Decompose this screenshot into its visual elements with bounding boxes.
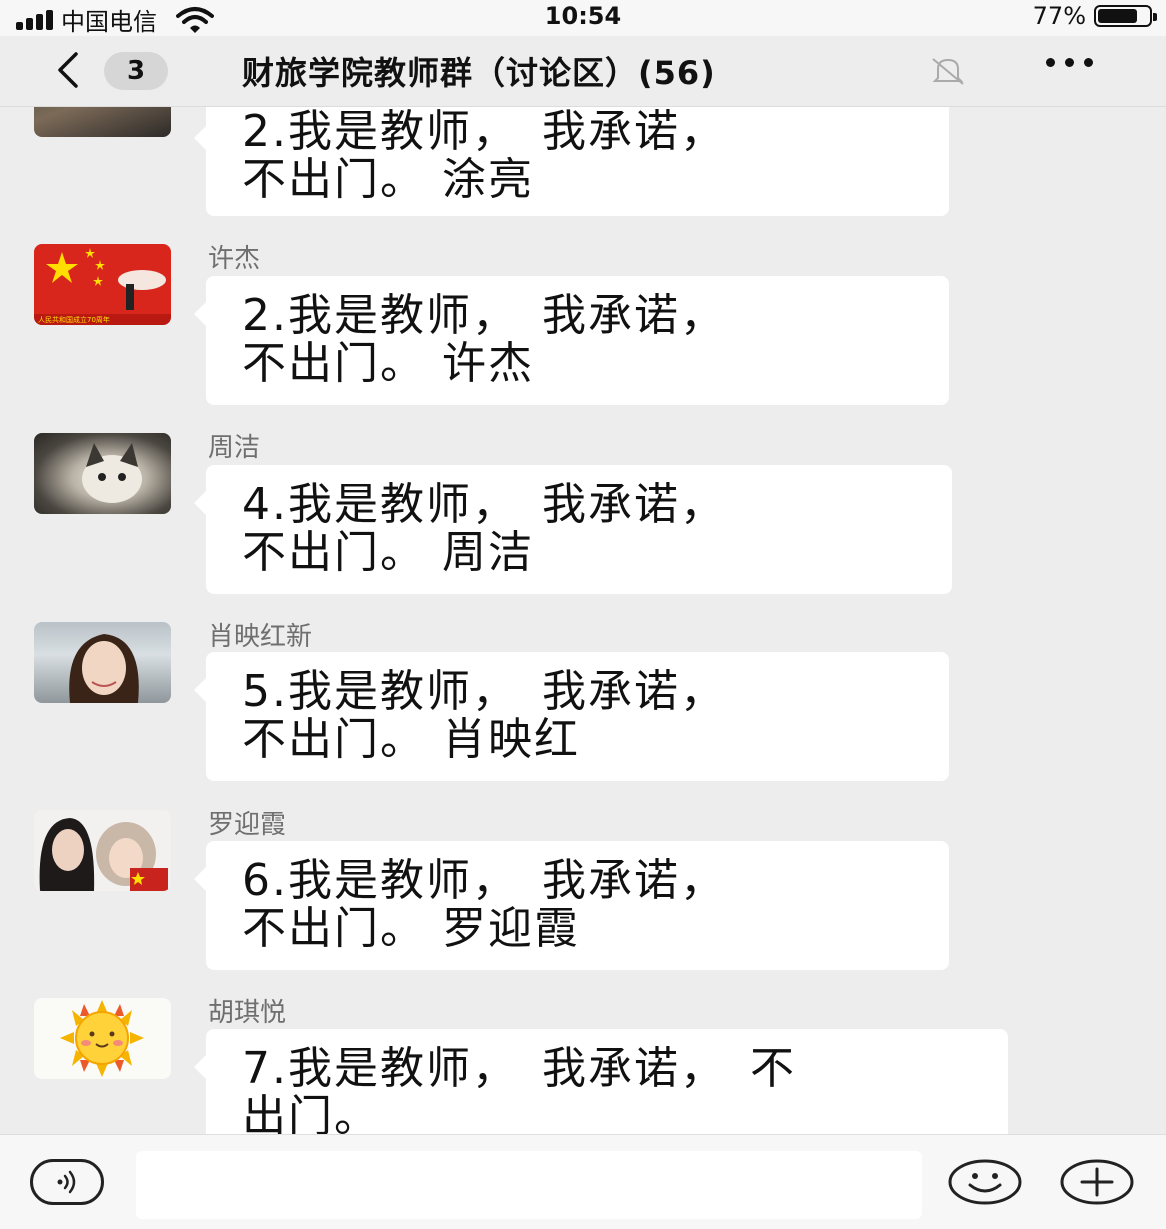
chevron-left-icon: [58, 52, 78, 88]
more-functions-button[interactable]: [1060, 1159, 1134, 1205]
message-bubble[interactable]: 2.我是教师， 我承诺， 不出门。 涂亮: [194, 106, 949, 216]
sender-name: 罗迎霞: [208, 810, 287, 840]
message-bubble[interactable]: 6.我是教师， 我承诺， 不出门。 罗迎霞: [194, 841, 949, 970]
message-text-line: 4.我是教师， 我承诺，: [242, 479, 726, 530]
message-bubble[interactable]: 7.我是教师， 我承诺， 不 出门。: [194, 1029, 1008, 1135]
avatar[interactable]: 人民共和国成立70周年: [34, 244, 171, 325]
chat-title: 财旅学院教师群（讨论区）(56): [242, 54, 716, 92]
sun-image: [60, 1000, 144, 1077]
avatar[interactable]: [34, 622, 171, 703]
avatar[interactable]: [34, 998, 171, 1079]
more-button[interactable]: [1046, 58, 1093, 67]
message-input[interactable]: [136, 1151, 922, 1219]
status-bar: 中国电信 10:54 77%: [0, 0, 1166, 36]
smiley-icon: [948, 1159, 1022, 1205]
message-text-line: 7.我是教师， 我承诺， 不: [242, 1043, 796, 1094]
avatar[interactable]: [34, 433, 171, 514]
flag-image: 人民共和国成立70周年: [34, 248, 171, 325]
message-text-line: 2.我是教师， 我承诺，: [242, 290, 726, 341]
cat-image: [82, 443, 142, 503]
clock: 10:54: [544, 2, 622, 30]
message-text-line: 不出门。 涂亮: [242, 154, 534, 205]
portrait-image: [69, 634, 139, 703]
portrait-image: [39, 818, 168, 891]
message-text-line: 5.我是教师， 我承诺，: [242, 666, 726, 717]
message-text-line: 不出门。 许杰: [242, 338, 534, 389]
sender-name: 许杰: [208, 244, 261, 274]
message-text-line: 不出门。 罗迎霞: [242, 903, 580, 954]
message-bubble[interactable]: 4.我是教师， 我承诺， 不出门。 周洁: [194, 465, 952, 594]
battery-percent: 77%: [1032, 2, 1086, 30]
voice-button[interactable]: [30, 1159, 104, 1205]
message-bubble[interactable]: 5.我是教师， 我承诺， 不出门。 肖映红: [194, 652, 949, 781]
input-bar: [0, 1134, 1166, 1229]
message-bubble[interactable]: 2.我是教师， 我承诺， 不出门。 许杰: [194, 276, 949, 405]
sender-name: 周洁: [208, 433, 261, 463]
message-text-line: 6.我是教师， 我承诺，: [242, 855, 726, 906]
message-text-line: 不出门。 周洁: [242, 527, 534, 578]
status-right: 77%: [1032, 2, 1157, 30]
more-dots-icon: [1046, 58, 1055, 67]
voice-icon: [57, 1170, 76, 1194]
chat-header: 3 财旅学院教师群（讨论区）(56): [0, 36, 1166, 107]
message-text-line: 2.我是教师， 我承诺，: [242, 106, 726, 157]
bell-off-icon: [932, 58, 964, 85]
avatar[interactable]: [34, 106, 171, 137]
unread-count-badge[interactable]: 3: [104, 52, 168, 90]
sender-name: 肖映红新: [208, 622, 313, 652]
avatar-caption: 人民共和国成立70周年: [38, 315, 110, 324]
battery-icon: [1094, 5, 1157, 27]
message-list[interactable]: 2.我是教师， 我承诺， 不出门。 涂亮 人民共和国成立70周年 许杰 2.我是…: [0, 106, 1166, 1134]
message-text-line: 出门。: [242, 1091, 380, 1135]
plus-circle-icon: [1060, 1159, 1134, 1205]
emoji-button[interactable]: [948, 1159, 1022, 1205]
avatar[interactable]: [34, 810, 171, 891]
back-button[interactable]: [52, 50, 92, 90]
message-text-line: 不出门。 肖映红: [242, 714, 580, 765]
sender-name: 胡琪悦: [208, 998, 287, 1028]
